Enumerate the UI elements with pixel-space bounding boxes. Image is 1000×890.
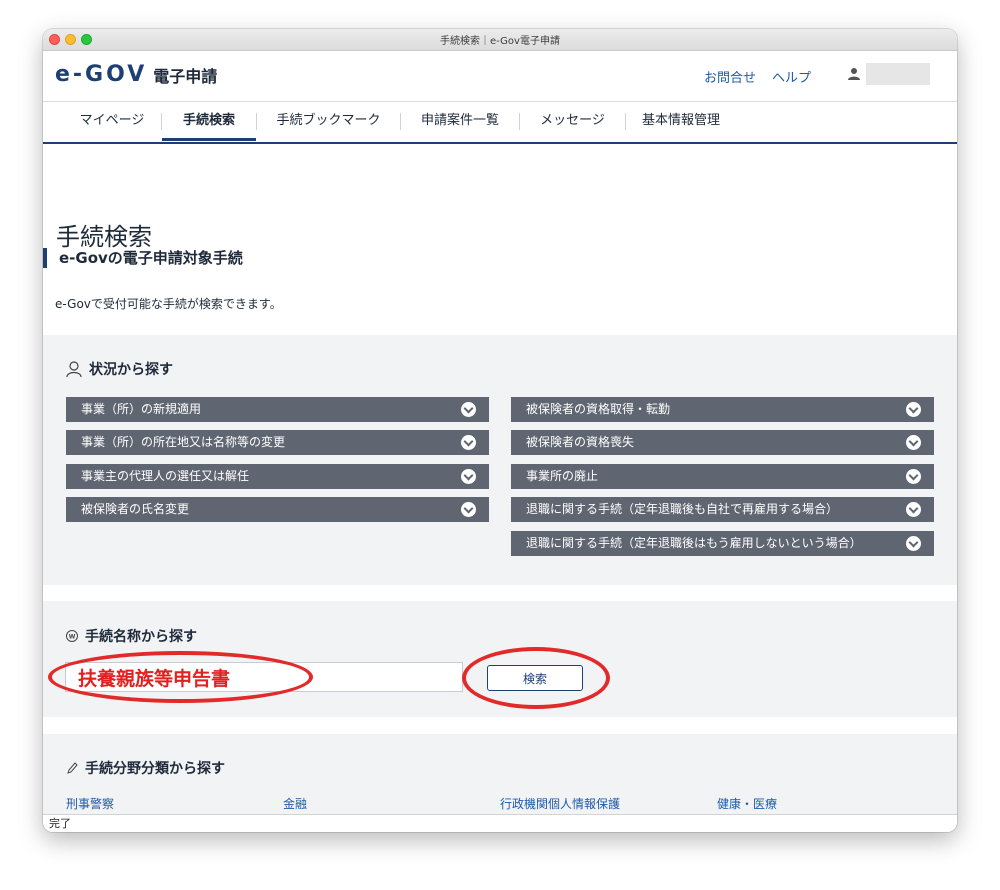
- egov-logo-mark: e-GOV: [55, 62, 148, 87]
- tab-messages[interactable]: メッセージ: [520, 102, 625, 140]
- pencil-icon: [67, 762, 78, 774]
- user-name-masked: [866, 63, 930, 85]
- chevron-down-icon: [906, 502, 921, 517]
- main-nav: マイページ 手続検索 手続ブックマーク 申請案件一覧 メッセージ 基本情報管理: [43, 102, 957, 144]
- situation-item-label: 被保険者の資格喪失: [526, 435, 635, 449]
- logo-text: 電子申請: [153, 66, 218, 86]
- situation-item-label: 被保険者の資格取得・転勤: [526, 402, 671, 416]
- procedure-name-input[interactable]: [65, 662, 463, 692]
- situation-item[interactable]: 事業（所）の新規適用: [66, 397, 489, 422]
- category-search-panel: 手続分野分類から探す 刑事警察 金融 行政機関個人情報保護 健康・医療: [43, 734, 957, 814]
- situation-panel-title: 状況から探す: [65, 359, 173, 379]
- situation-item-label: 事業（所）の所在地又は名称等の変更: [81, 435, 286, 449]
- situation-item[interactable]: 退職に関する手続（定年退職後はもう雇用しないという場合）: [511, 531, 934, 556]
- situation-item-label: 事業主の代理人の選任又は解任: [81, 469, 250, 483]
- person-icon: [66, 361, 82, 378]
- situation-item[interactable]: 被保険者の資格喪失: [511, 430, 934, 455]
- situation-item[interactable]: 事業主の代理人の選任又は解任: [66, 464, 489, 489]
- chevron-down-icon: [461, 435, 476, 450]
- status-bar: 完了: [43, 814, 957, 832]
- situation-item[interactable]: 被保険者の資格取得・転勤: [511, 397, 934, 422]
- tab-procedure-bookmark[interactable]: 手続ブックマーク: [257, 102, 400, 140]
- situation-search-panel: 状況から探す 事業（所）の新規適用 事業（所）の所在地又は名称等の変更 事業主の…: [43, 335, 957, 585]
- name-search-panel: W 手続名称から探す 検索: [43, 601, 957, 717]
- tab-basic-info[interactable]: 基本情報管理: [626, 102, 736, 140]
- search-name-icon: W: [66, 630, 78, 642]
- category-link[interactable]: 金融: [283, 795, 307, 812]
- tab-mypage[interactable]: マイページ: [62, 102, 162, 140]
- section-heading: e-Govの電子申請対象手続: [43, 248, 243, 268]
- chevron-down-icon: [461, 402, 476, 417]
- title-bar: 手続検索｜e-Gov電子申請: [43, 29, 957, 51]
- category-panel-title: 手続分野分類から探す: [65, 758, 225, 778]
- situation-item-label: 事業（所）の新規適用: [81, 402, 202, 416]
- site-logo[interactable]: e-GOV 電子申請: [55, 62, 217, 87]
- situation-item[interactable]: 事業（所）の所在地又は名称等の変更: [66, 430, 489, 455]
- category-link[interactable]: 刑事警察: [66, 795, 114, 812]
- svg-text:W: W: [69, 634, 76, 641]
- help-link[interactable]: ヘルプ: [772, 67, 811, 86]
- situation-item-label: 退職に関する手続（定年退職後はもう雇用しないという場合）: [526, 536, 862, 550]
- page-title: 手続検索: [56, 223, 152, 251]
- situation-item[interactable]: 事業所の廃止: [511, 464, 934, 489]
- situation-item-label: 事業所の廃止: [526, 469, 599, 483]
- page-content: e-GOV 電子申請 お問合せ ヘルプ マイページ 手続検索 手続ブックマーク …: [43, 51, 957, 814]
- category-link[interactable]: 行政機関個人情報保護: [500, 795, 620, 812]
- user-icon[interactable]: [847, 67, 861, 81]
- chevron-down-icon: [906, 469, 921, 484]
- contact-link[interactable]: お問合せ: [704, 67, 756, 86]
- chevron-down-icon: [906, 435, 921, 450]
- name-search-title: W 手続名称から探す: [65, 626, 197, 646]
- search-button[interactable]: 検索: [487, 665, 583, 691]
- situation-item-label: 被保険者の氏名変更: [81, 502, 190, 516]
- chevron-down-icon: [461, 502, 476, 517]
- chevron-down-icon: [906, 536, 921, 551]
- tab-procedure-search[interactable]: 手続検索: [162, 102, 256, 141]
- tab-application-list[interactable]: 申請案件一覧: [401, 102, 519, 140]
- name-search-title-text: 手続名称から探す: [85, 629, 197, 645]
- situation-item[interactable]: 退職に関する手続（定年退職後も自社で再雇用する場合）: [511, 497, 934, 522]
- situation-title-text: 状況から探す: [89, 362, 173, 378]
- window-title: 手続検索｜e-Gov電子申請: [440, 36, 560, 47]
- site-header: e-GOV 電子申請 お問合せ ヘルプ: [43, 51, 957, 102]
- category-link[interactable]: 健康・医療: [717, 795, 777, 812]
- browser-window: 手続検索｜e-Gov電子申請 e-GOV 電子申請 お問合せ ヘルプ マイページ…: [43, 29, 957, 832]
- situation-item[interactable]: 被保険者の氏名変更: [66, 497, 489, 522]
- chevron-down-icon: [461, 469, 476, 484]
- section-description: e-Govで受付可能な手続が検索できます。: [55, 297, 282, 311]
- chevron-down-icon: [906, 402, 921, 417]
- category-title-text: 手続分野分類から探す: [85, 761, 225, 777]
- situation-item-label: 退職に関する手続（定年退職後も自社で再雇用する場合）: [526, 502, 839, 516]
